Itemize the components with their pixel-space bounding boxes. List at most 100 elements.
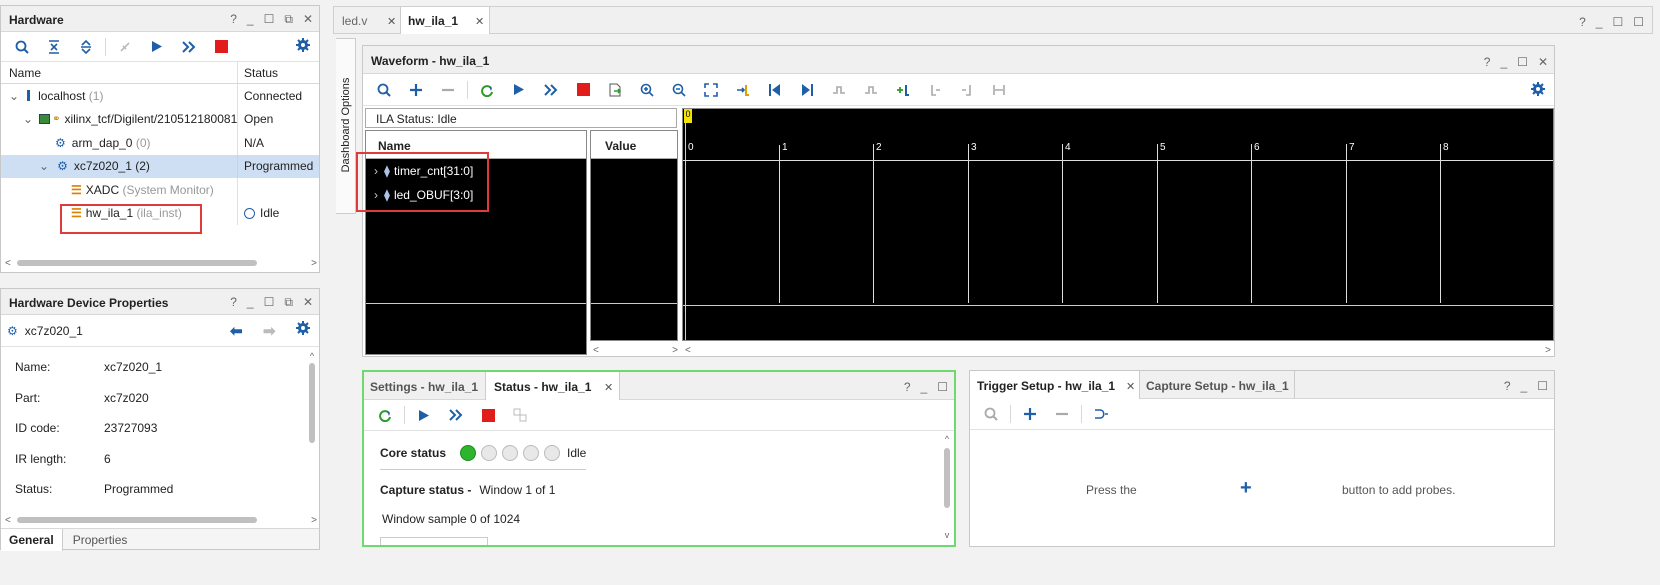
- add-marker-icon[interactable]: [888, 78, 918, 102]
- tab-status[interactable]: Status - hw_ila_1 ✕: [485, 372, 620, 400]
- remove-probe-icon[interactable]: [1047, 402, 1077, 426]
- waveform-canvas[interactable]: 0 1 2 3 4 5 6 7 8 0: [682, 108, 1554, 341]
- tab-properties[interactable]: Properties: [63, 529, 138, 551]
- back-arrow-icon[interactable]: ⬅: [230, 322, 243, 340]
- close-icon[interactable]: ✕: [387, 15, 396, 28]
- horizontal-scrollbar[interactable]: < >: [685, 343, 1551, 357]
- minimize-icon[interactable]: _: [247, 295, 254, 310]
- stop-icon[interactable]: [206, 35, 236, 59]
- forward-arrow-icon[interactable]: ➡: [263, 322, 276, 340]
- minimize-icon[interactable]: _: [247, 12, 254, 27]
- zoom-fit-icon[interactable]: [696, 78, 726, 102]
- collapse-all-icon[interactable]: [39, 35, 69, 59]
- horizontal-scrollbar[interactable]: < >: [5, 256, 317, 270]
- add-probe-inline-icon[interactable]: +: [1240, 477, 1252, 500]
- close-icon[interactable]: ✕: [604, 381, 613, 394]
- connect-icon[interactable]: [110, 35, 140, 59]
- dashboard-options-tab[interactable]: Dashboard Options: [336, 38, 356, 214]
- go-to-cursor-icon[interactable]: [728, 78, 758, 102]
- col-status-header[interactable]: Status: [237, 62, 278, 83]
- zoom-out-icon[interactable]: [664, 78, 694, 102]
- expand-all-icon[interactable]: [71, 35, 101, 59]
- trigger-tab-bar: Trigger Setup - hw_ila_1 ✕ Capture Setup…: [970, 371, 1554, 399]
- gear-icon[interactable]: [1530, 81, 1546, 100]
- maximize-icon[interactable]: ☐: [264, 12, 275, 27]
- vertical-scrollbar[interactable]: ^ v: [942, 434, 952, 544]
- run-trigger-icon[interactable]: [409, 403, 439, 427]
- tree-suffix: (System Monitor): [122, 182, 214, 197]
- gear-icon[interactable]: [295, 37, 311, 56]
- remove-icon[interactable]: [433, 78, 463, 102]
- run-immediate-icon[interactable]: [536, 78, 566, 102]
- help-icon[interactable]: ?: [1504, 379, 1511, 393]
- previous-marker-icon[interactable]: [920, 78, 950, 102]
- close-icon[interactable]: ✕: [303, 12, 313, 27]
- gear-icon[interactable]: [295, 320, 311, 339]
- tab-settings[interactable]: Settings - hw_ila_1: [370, 380, 478, 394]
- zoom-in-icon[interactable]: [632, 78, 662, 102]
- minimize-icon[interactable]: _: [1596, 15, 1603, 29]
- chevron-down-icon[interactable]: ⌄: [23, 112, 33, 126]
- maximize-icon[interactable]: ☐: [1612, 15, 1623, 29]
- minimize-icon[interactable]: _: [1521, 379, 1528, 393]
- maximize-icon[interactable]: ☐: [1633, 15, 1644, 29]
- help-icon[interactable]: ?: [904, 380, 911, 394]
- maximize-icon[interactable]: ☐: [1537, 379, 1548, 393]
- close-icon[interactable]: ✕: [1538, 55, 1548, 69]
- float-icon[interactable]: ⧉: [284, 295, 293, 310]
- tree-row-arm-dap[interactable]: ⚙ arm_dap_0 (0) N/A: [1, 131, 319, 155]
- vertical-scrollbar[interactable]: ^: [307, 351, 317, 511]
- chip-icon: ⚙: [55, 135, 66, 150]
- help-icon[interactable]: ?: [230, 295, 237, 310]
- add-icon[interactable]: [401, 78, 431, 102]
- tab-led-v[interactable]: led.v: [342, 14, 367, 28]
- horizontal-scrollbar[interactable]: < >: [593, 343, 678, 357]
- tab-trigger-setup[interactable]: Trigger Setup - hw_ila_1 ✕: [970, 371, 1140, 399]
- tree-row-xadc[interactable]: ☰ XADC (System Monitor): [1, 178, 319, 202]
- col-name-header[interactable]: Name: [1, 66, 237, 80]
- go-to-end-icon[interactable]: [792, 78, 822, 102]
- chevron-down-icon[interactable]: ⌄: [9, 89, 19, 103]
- auto-retrigger-icon[interactable]: [370, 403, 400, 427]
- go-to-start-icon[interactable]: [760, 78, 790, 102]
- maximize-icon[interactable]: ☐: [264, 295, 275, 310]
- auto-retrigger-icon[interactable]: [472, 78, 502, 102]
- next-marker-icon[interactable]: [952, 78, 982, 102]
- minimize-icon[interactable]: _: [1500, 55, 1507, 69]
- horizontal-scrollbar[interactable]: < >: [5, 513, 317, 527]
- maximize-icon[interactable]: ☐: [1517, 55, 1528, 69]
- float-icon[interactable]: ⧉: [284, 12, 293, 27]
- add-probe-icon[interactable]: [1015, 402, 1045, 426]
- tree-row-device[interactable]: ⌄ ⚙ xc7z020_1 (2) Programmed: [1, 154, 319, 178]
- close-icon[interactable]: ✕: [303, 295, 313, 310]
- search-icon[interactable]: [369, 78, 399, 102]
- tree-row-localhost[interactable]: ⌄ localhost (1) Connected: [1, 84, 319, 108]
- close-icon[interactable]: ✕: [1126, 380, 1135, 393]
- help-icon[interactable]: ?: [1579, 15, 1586, 29]
- tab-hw-ila-1[interactable]: hw_ila_1 ✕: [400, 7, 490, 34]
- previous-transition-icon[interactable]: [824, 78, 854, 102]
- trigger-condition-icon[interactable]: [1086, 402, 1116, 426]
- search-icon[interactable]: [7, 35, 37, 59]
- export-icon[interactable]: [505, 403, 535, 427]
- run-trigger-icon[interactable]: [142, 35, 172, 59]
- swap-markers-icon[interactable]: [984, 78, 1014, 102]
- tab-capture-setup[interactable]: Capture Setup - hw_ila_1: [1140, 371, 1295, 399]
- run-immediate-icon[interactable]: [174, 35, 204, 59]
- export-icon[interactable]: [600, 78, 630, 102]
- run-trigger-icon[interactable]: [504, 78, 534, 102]
- stop-icon[interactable]: [473, 403, 503, 427]
- close-icon[interactable]: ✕: [475, 15, 484, 28]
- next-transition-icon[interactable]: [856, 78, 886, 102]
- help-icon[interactable]: ?: [1484, 55, 1491, 69]
- maximize-icon[interactable]: ☐: [937, 380, 948, 394]
- chevron-down-icon[interactable]: ⌄: [39, 159, 49, 173]
- value-column-header[interactable]: Value: [591, 131, 677, 159]
- help-icon[interactable]: ?: [230, 12, 237, 27]
- search-icon[interactable]: [976, 402, 1006, 426]
- stop-icon[interactable]: [568, 78, 598, 102]
- run-immediate-icon[interactable]: [441, 403, 471, 427]
- tree-row-target[interactable]: ⌄ ⚭ xilinx_tcf/Digilent/210512180081 Ope…: [1, 107, 319, 131]
- tab-general[interactable]: General: [1, 529, 63, 551]
- minimize-icon[interactable]: _: [921, 380, 928, 394]
